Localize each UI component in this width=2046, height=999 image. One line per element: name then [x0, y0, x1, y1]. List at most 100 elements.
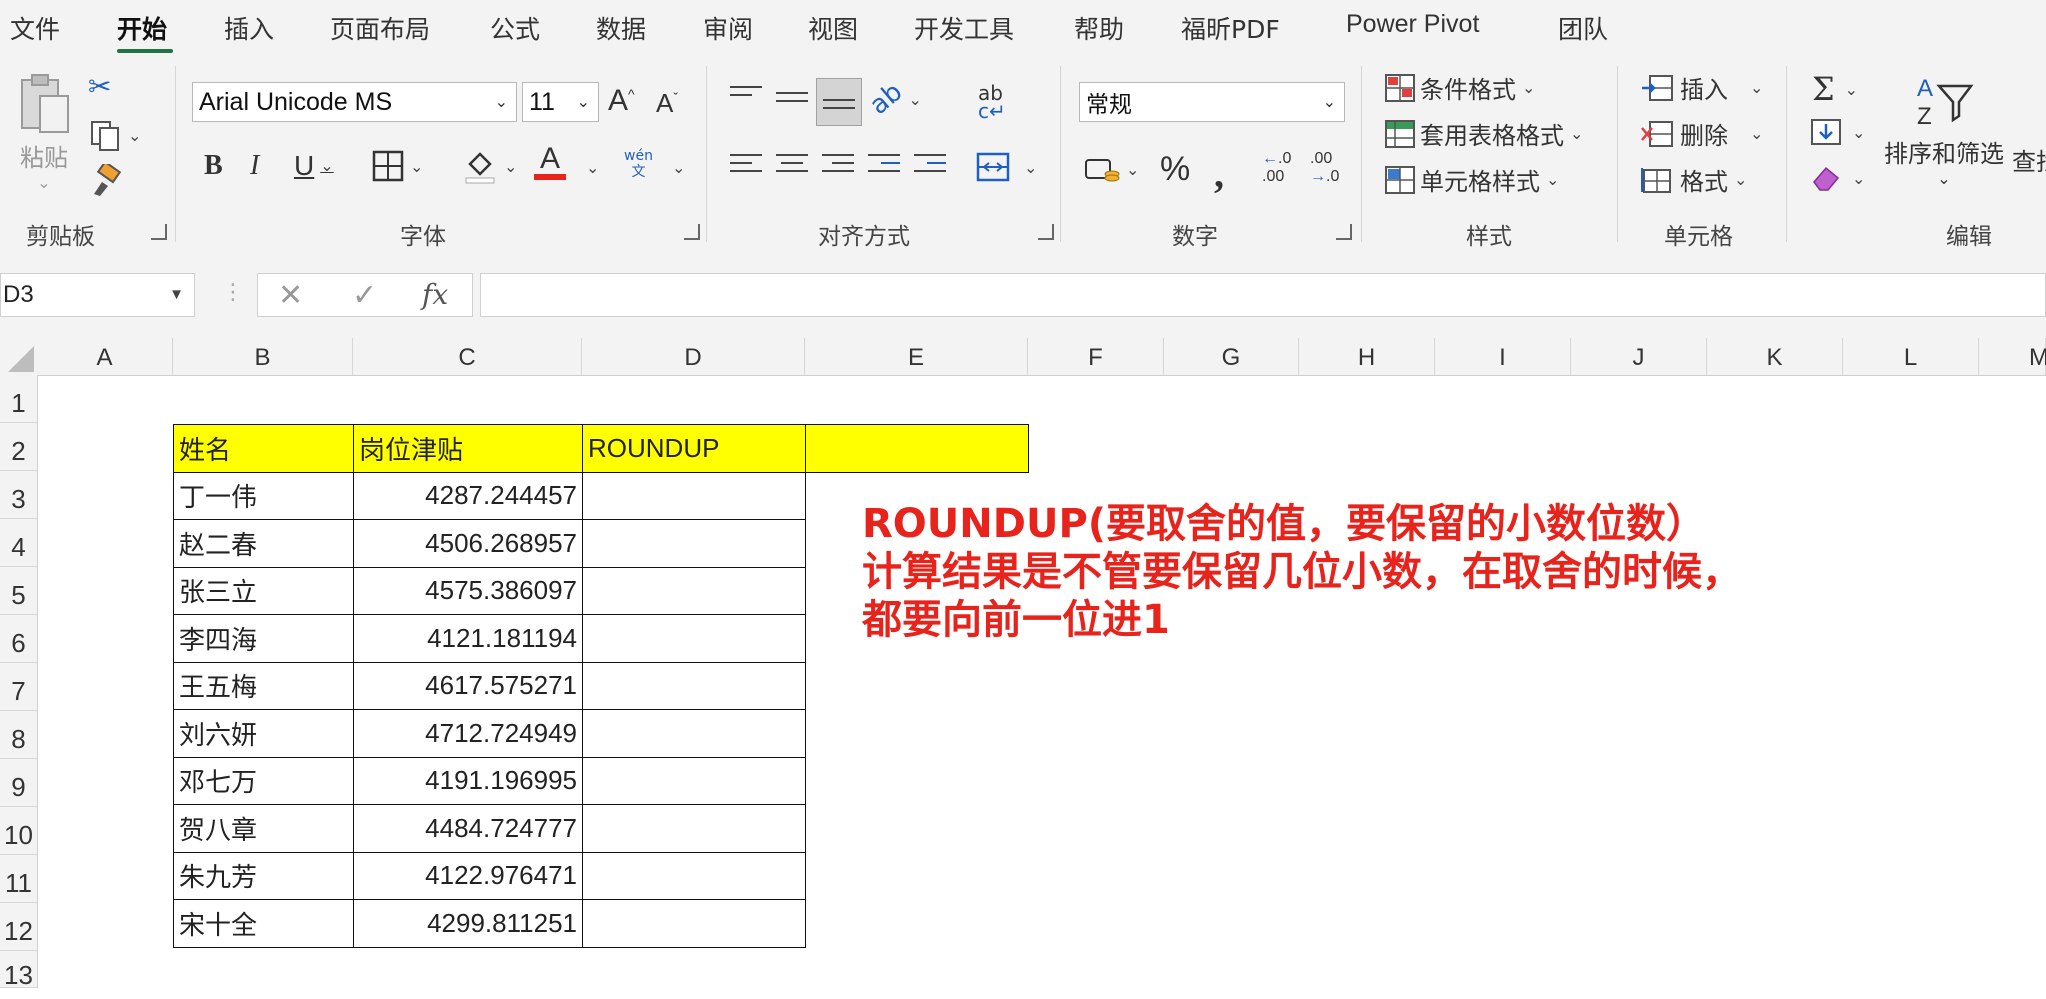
cell-value[interactable]: 4712.724949	[353, 709, 583, 758]
font-color-button[interactable]: A	[534, 144, 566, 180]
chevron-down-icon[interactable]: ⌄	[586, 158, 599, 177]
fill-button[interactable]: ⌄	[1810, 118, 1865, 146]
sort-filter-button[interactable]: A Z 排序和筛选 ⌄	[1884, 72, 2004, 188]
cell-styles-button[interactable]: 单元格样式 ⌄	[1384, 162, 1559, 197]
column-header-G[interactable]: G	[1164, 338, 1299, 375]
find-select-button[interactable]: 查找	[2012, 142, 2046, 177]
row-header-1[interactable]: 1	[0, 375, 37, 423]
cell-roundup[interactable]	[582, 471, 806, 520]
insert-cells-button[interactable]: 插入 ⌄	[1640, 70, 1763, 105]
cell-name[interactable]: 贺八章	[173, 804, 354, 853]
cell-name[interactable]: 王五梅	[173, 661, 354, 710]
column-header-E[interactable]: E	[805, 338, 1028, 375]
wrap-text-button[interactable]: ab c↵	[978, 83, 1006, 121]
autosum-button[interactable]: Σ ⌄	[1812, 70, 1858, 108]
menu-page-layout[interactable]: 页面布局	[330, 10, 430, 46]
borders-button[interactable]: ⌄	[372, 150, 423, 182]
align-center-button[interactable]	[776, 154, 808, 178]
cancel-icon[interactable]: ✕	[278, 278, 303, 313]
cell-C2[interactable]: 岗位津贴	[353, 424, 583, 473]
align-middle-button[interactable]	[776, 86, 808, 116]
italic-button[interactable]: I	[250, 150, 259, 182]
increase-indent-button[interactable]	[914, 154, 946, 178]
cell-name[interactable]: 赵二春	[173, 519, 354, 568]
cell-name[interactable]: 宋十全	[173, 899, 354, 948]
font-launcher-icon[interactable]	[684, 224, 700, 240]
column-header-F[interactable]: F	[1028, 338, 1164, 375]
drag-handle-icon[interactable]: ⋮	[222, 280, 244, 305]
accounting-format-button[interactable]: ⌄	[1084, 154, 1139, 184]
cell-roundup[interactable]	[582, 756, 806, 805]
cell-roundup[interactable]	[582, 661, 806, 710]
clipboard-launcher-icon[interactable]	[151, 224, 167, 240]
menu-formulas[interactable]: 公式	[490, 10, 540, 46]
font-size-select[interactable]: 11 ⌄	[522, 82, 599, 122]
decrease-decimal-button[interactable]: .00 →.0	[1310, 150, 1339, 186]
number-format-select[interactable]: 常规 ⌄	[1079, 82, 1345, 122]
formula-input[interactable]	[480, 273, 2046, 317]
cell-value[interactable]: 4506.268957	[353, 519, 583, 568]
confirm-icon[interactable]: ✓	[352, 278, 377, 313]
column-header-K[interactable]: K	[1707, 338, 1843, 375]
delete-cells-button[interactable]: 删除 ⌄	[1640, 116, 1763, 151]
column-header-I[interactable]: I	[1435, 338, 1571, 375]
menu-developer[interactable]: 开发工具	[914, 10, 1014, 46]
clear-button[interactable]: ⌄	[1810, 164, 1865, 192]
conditional-formatting-button[interactable]: 条件格式 ⌄	[1384, 70, 1535, 105]
cell-value[interactable]: 4484.724777	[353, 804, 583, 853]
menu-team[interactable]: 团队	[1558, 10, 1608, 46]
menu-review[interactable]: 审阅	[703, 10, 753, 46]
cell-value[interactable]: 4121.181194	[353, 614, 583, 663]
format-cells-button[interactable]: 格式 ⌄	[1640, 162, 1747, 197]
cell-value[interactable]: 4617.575271	[353, 661, 583, 710]
column-header-L[interactable]: L	[1843, 338, 1979, 375]
number-launcher-icon[interactable]	[1336, 224, 1352, 240]
column-header-M[interactable]: M	[1979, 338, 2046, 375]
cell-value[interactable]: 4575.386097	[353, 566, 583, 615]
cell-roundup[interactable]	[582, 709, 806, 758]
phonetic-guide-button[interactable]: wén 文	[624, 148, 653, 180]
row-header-11[interactable]: 11	[0, 855, 37, 903]
align-top-button[interactable]	[730, 86, 762, 110]
row-header-2[interactable]: 2	[0, 423, 37, 471]
align-bottom-button[interactable]	[816, 78, 862, 126]
bold-button[interactable]: B	[204, 150, 223, 182]
row-header-12[interactable]: 12	[0, 903, 37, 951]
cell-name[interactable]: 刘六妍	[173, 709, 354, 758]
cut-button[interactable]: ✂	[88, 70, 111, 103]
row-header-5[interactable]: 5	[0, 567, 37, 615]
alignment-launcher-icon[interactable]	[1038, 224, 1054, 240]
merge-center-button[interactable]: ⌄	[976, 152, 1037, 182]
column-header-D[interactable]: D	[582, 338, 805, 375]
row-header-3[interactable]: 3	[0, 471, 37, 519]
format-as-table-button[interactable]: 套用表格格式 ⌄	[1384, 116, 1583, 151]
increase-font-size-button[interactable]: A^	[608, 84, 635, 118]
menu-power-pivot[interactable]: Power Pivot	[1346, 10, 1479, 39]
row-header-13[interactable]: 13	[0, 951, 37, 990]
column-header-H[interactable]: H	[1299, 338, 1435, 375]
underline-button[interactable]: U ⌄	[294, 150, 334, 182]
orientation-button[interactable]: ab ⌄	[864, 77, 922, 121]
menu-view[interactable]: 视图	[808, 10, 858, 46]
cell-name[interactable]: 邓七万	[173, 756, 354, 805]
menu-file[interactable]: 文件	[10, 10, 60, 46]
cell-B2[interactable]: 姓名	[173, 424, 354, 473]
cell-name[interactable]: 张三立	[173, 566, 354, 615]
copy-button[interactable]: ⌄	[88, 118, 141, 152]
menu-home[interactable]: 开始	[117, 10, 167, 46]
row-header-4[interactable]: 4	[0, 519, 37, 567]
cell-roundup[interactable]	[582, 851, 806, 900]
cell-value[interactable]: 4287.244457	[353, 471, 583, 520]
cell-roundup[interactable]	[582, 614, 806, 663]
row-header-9[interactable]: 9	[0, 759, 37, 807]
decrease-indent-button[interactable]	[868, 154, 900, 178]
menu-foxit-pdf[interactable]: 福昕PDF	[1181, 10, 1280, 46]
comma-style-button[interactable]: ,	[1214, 150, 1224, 197]
font-name-select[interactable]: Arial Unicode MS ⌄	[192, 82, 517, 122]
cell-roundup[interactable]	[582, 519, 806, 568]
row-header-10[interactable]: 10	[0, 807, 37, 855]
worksheet[interactable]: A B C D E F G H I J K L M 1 2 3 4 5 6 7 …	[0, 338, 2046, 990]
insert-function-icon[interactable]: fx	[422, 278, 448, 311]
cell-roundup[interactable]	[582, 804, 806, 853]
cell-name[interactable]: 丁一伟	[173, 471, 354, 520]
